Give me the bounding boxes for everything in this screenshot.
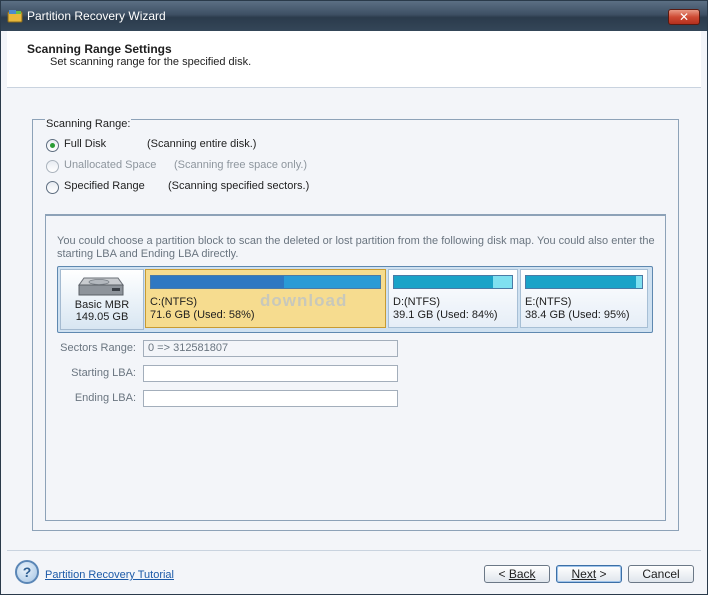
usage-rest bbox=[636, 276, 642, 288]
radio-description: (Scanning free space only.) bbox=[174, 159, 308, 171]
radio-label: Full Disk bbox=[64, 138, 107, 150]
next-button-label: Next bbox=[571, 567, 597, 581]
disk-type: Basic MBR bbox=[74, 299, 130, 311]
scanning-range-label: Scanning Range: bbox=[45, 118, 132, 130]
radio-selected-dot bbox=[50, 143, 55, 148]
tutorial-link[interactable]: Partition Recovery Tutorial bbox=[45, 569, 174, 581]
ending-lba-row: Ending LBA: bbox=[46, 390, 136, 408]
partition-d[interactable]: D:(NTFS) 39.1 GB (Used: 84%) bbox=[388, 269, 518, 328]
starting-lba-input[interactable] bbox=[143, 365, 398, 382]
radio-description: (Scanning specified sectors.) bbox=[168, 180, 310, 192]
page-title: Scanning Range Settings bbox=[27, 42, 172, 56]
back-arrow-icon: < bbox=[498, 567, 509, 581]
usage-bar bbox=[393, 275, 513, 289]
ending-lba-label: Ending LBA: bbox=[74, 392, 136, 404]
radio-description: (Scanning entire disk.) bbox=[147, 138, 257, 150]
sectors-range-field: 0 => 312581807 bbox=[143, 340, 398, 357]
back-button-label: Back bbox=[508, 567, 536, 581]
usage-rest bbox=[493, 276, 512, 288]
usage-fill bbox=[151, 276, 284, 288]
sectors-range-label: Sectors Range: bbox=[60, 342, 136, 354]
partition-size-used: 38.4 GB (Used: 95%) bbox=[525, 309, 630, 321]
usage-fill bbox=[526, 276, 637, 288]
usage-bar bbox=[525, 275, 643, 289]
partition-name: C:(NTFS) bbox=[150, 296, 198, 308]
watermark: download bbox=[260, 291, 348, 310]
radio-button bbox=[46, 160, 59, 173]
help-icon[interactable]: ? bbox=[15, 560, 39, 584]
back-button[interactable]: < Back bbox=[484, 565, 550, 583]
page-subtitle: Set scanning range for the specified dis… bbox=[50, 56, 252, 68]
wizard-footer: ? Partition Recovery Tutorial < Back Nex… bbox=[7, 550, 701, 591]
disk-map: Basic MBR 149.05 GB C:(NTFS) 71.6 GB (Us… bbox=[57, 266, 653, 333]
close-icon: ✕ bbox=[678, 10, 690, 24]
usage-rest bbox=[283, 276, 380, 288]
wizard-header: Scanning Range Settings Set scanning ran… bbox=[7, 31, 701, 88]
usage-bar bbox=[150, 275, 381, 289]
cancel-button[interactable]: Cancel bbox=[628, 565, 694, 583]
close-button[interactable]: ✕ bbox=[668, 9, 700, 25]
sectors-range-row: Sectors Range: bbox=[46, 340, 136, 358]
starting-lba-row: Starting LBA: bbox=[46, 365, 136, 383]
cancel-button-label: Cancel bbox=[642, 567, 680, 581]
radio-button[interactable] bbox=[46, 181, 59, 194]
window-title: Partition Recovery Wizard bbox=[27, 9, 166, 23]
partition-size-used: 71.6 GB (Used: 58%) bbox=[150, 309, 255, 321]
partition-name: E:(NTFS) bbox=[525, 296, 572, 308]
usage-fill bbox=[394, 276, 494, 288]
ending-lba-input[interactable] bbox=[143, 390, 398, 407]
content-area: Scanning Range: Full Disk (Scanning enti… bbox=[7, 88, 701, 548]
next-button[interactable]: Next > bbox=[556, 565, 622, 583]
partition-size-used: 39.1 GB (Used: 84%) bbox=[393, 309, 498, 321]
partition-name: D:(NTFS) bbox=[393, 296, 441, 308]
radio-label: Specified Range bbox=[64, 180, 145, 192]
radio-button[interactable] bbox=[46, 139, 59, 152]
app-icon bbox=[7, 10, 23, 23]
disk-size: 149.05 GB bbox=[75, 311, 129, 323]
title-bar: Partition Recovery Wizard ✕ bbox=[1, 1, 707, 31]
disk-map-info-text: You could choose a partition block to sc… bbox=[57, 235, 655, 260]
radio-label: Unallocated Space bbox=[64, 159, 157, 171]
starting-lba-label: Starting LBA: bbox=[71, 367, 136, 379]
disk-map-panel: You could choose a partition block to sc… bbox=[45, 214, 666, 521]
hard-disk-icon bbox=[78, 277, 124, 296]
wizard-window: Partition Recovery Wizard ✕ Scanning Ran… bbox=[0, 0, 708, 595]
next-arrow-icon: > bbox=[596, 567, 607, 581]
partition-e[interactable]: E:(NTFS) 38.4 GB (Used: 95%) bbox=[520, 269, 648, 328]
disk-tile[interactable]: Basic MBR 149.05 GB bbox=[60, 269, 144, 330]
